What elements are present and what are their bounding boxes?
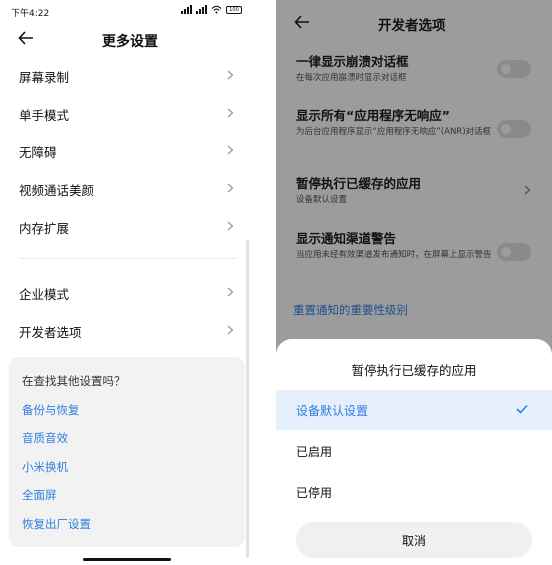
left-header: 更多设置 <box>0 22 256 54</box>
toggle-show-all-anr[interactable] <box>497 120 531 138</box>
menu-item-enterprise-mode[interactable]: 企业模式 <box>0 273 246 311</box>
cancel-button[interactable]: 取消 <box>296 522 532 558</box>
back-arrow-icon[interactable] <box>18 31 34 45</box>
chevron-right-icon <box>227 108 234 118</box>
page-title: 开发者选项 <box>378 18 446 34</box>
sheet-option-label: 设备默认设置 <box>296 404 369 418</box>
chevron-right-icon <box>227 287 234 297</box>
menu-item-developer-options[interactable]: 开发者选项 <box>0 311 246 349</box>
reset-notification-importance-link[interactable]: 重置通知的重要性级别 <box>293 302 408 318</box>
sheet-title: 暂停执行已缓存的应用 <box>351 363 477 378</box>
chevron-right-icon <box>524 185 531 195</box>
toggle-notification-channel-warning[interactable] <box>497 243 531 261</box>
option-title: 一律显示崩溃对话框 <box>296 54 409 69</box>
menu-item-accessibility[interactable]: 无障碍 <box>0 131 246 169</box>
chevron-right-icon <box>227 145 234 155</box>
sheet-option-label: 已启用 <box>296 445 333 459</box>
chevron-right-icon <box>227 221 234 231</box>
section-divider <box>19 258 237 259</box>
suggestions-card: 在查找其他设置吗？ 备份与恢复 音质音效 小米换机 全面屏 恢复出厂设置 <box>9 357 245 547</box>
signal-icon <box>196 5 207 14</box>
status-icons: 100 <box>181 5 242 14</box>
option-title: 显示通知渠道警告 <box>296 231 397 246</box>
signal-icon <box>181 5 192 14</box>
option-desc: 在每次应用崩溃时显示对话框 <box>296 73 407 83</box>
option-show-all-anr: 显示所有“应用程序无响应” 为后台应用程序显示“应用程序无响应”(ANR)对话框 <box>296 108 496 138</box>
menu-item-label: 企业模式 <box>19 287 70 302</box>
option-show-crash-dialog: 一律显示崩溃对话框 在每次应用崩溃时显示对话框 <box>296 54 496 84</box>
menu-item-label: 无障碍 <box>19 145 57 160</box>
home-indicator[interactable] <box>83 558 171 561</box>
developer-options-screen: 开发者选项 一律显示崩溃对话框 在每次应用崩溃时显示对话框 显示所有“应用程序无… <box>276 0 552 565</box>
option-title: 暂停执行已缓存的应用 <box>296 176 422 191</box>
option-desc: 为后台应用程序显示“应用程序无响应”(ANR)对话框 <box>296 127 492 137</box>
option-title: 显示所有“应用程序无响应” <box>296 108 450 123</box>
menu-item-memory-extension[interactable]: 内存扩展 <box>0 207 246 245</box>
toggle-show-crash-dialog[interactable] <box>497 60 531 78</box>
menu-item-label: 视频通话美颜 <box>19 183 95 198</box>
sheet-option-enabled[interactable]: 已启用 <box>276 431 552 471</box>
suggestion-link-backup-restore[interactable]: 备份与恢复 <box>22 402 80 418</box>
sheet-option-label: 已停用 <box>296 486 333 500</box>
right-header: 开发者选项 <box>276 0 552 44</box>
menu-item-one-handed-mode[interactable]: 单手模式 <box>0 94 246 132</box>
bottom-sheet-dialog: 暂停执行已缓存的应用 设备默认设置 已启用 已停用 取消 <box>276 339 552 565</box>
menu-item-screen-recording[interactable]: 屏幕录制 <box>0 56 246 94</box>
menu-item-label: 开发者选项 <box>19 325 82 340</box>
battery-icon: 100 <box>226 5 242 14</box>
option-desc: 设备默认设置 <box>296 195 348 205</box>
option-suspend-cached-apps[interactable]: 暂停执行已缓存的应用 设备默认设置 <box>296 176 496 206</box>
chevron-right-icon <box>227 183 234 193</box>
suggestion-link-sound-effects[interactable]: 音质音效 <box>22 430 68 446</box>
chevron-right-icon <box>227 325 234 335</box>
status-bar: 下午4:22 100 <box>0 0 256 22</box>
checkmark-icon <box>516 404 528 414</box>
wifi-icon <box>211 5 222 14</box>
menu-item-label: 屏幕录制 <box>19 70 70 85</box>
option-desc: 当应用未经有效渠道发布通知时，在屏幕上显示警告 <box>296 250 492 260</box>
suggestion-link-mi-mover[interactable]: 小米换机 <box>22 459 68 475</box>
sheet-option-device-default[interactable]: 设备默认设置 <box>276 390 552 430</box>
suggestions-title: 在查找其他设置吗？ <box>22 374 126 388</box>
more-settings-screen: 下午4:22 100 更多设置 屏幕录制 单手模式 无障碍 视频通话美颜 内存扩… <box>0 0 256 565</box>
scrollbar[interactable] <box>246 240 249 558</box>
suggestion-link-factory-reset[interactable]: 恢复出厂设置 <box>22 516 91 532</box>
menu-item-label: 内存扩展 <box>19 221 70 236</box>
menu-item-label: 单手模式 <box>19 108 70 123</box>
status-time: 下午4:22 <box>11 9 50 19</box>
back-arrow-icon[interactable] <box>294 15 310 29</box>
sheet-option-disabled[interactable]: 已停用 <box>276 472 552 512</box>
page-title: 更多设置 <box>102 34 158 50</box>
option-notification-channel-warning: 显示通知渠道警告 当应用未经有效渠道发布通知时，在屏幕上显示警告 <box>296 231 496 261</box>
suggestion-link-full-screen[interactable]: 全面屏 <box>22 487 57 503</box>
chevron-right-icon <box>227 70 234 80</box>
menu-item-video-call-beauty[interactable]: 视频通话美颜 <box>0 169 246 207</box>
